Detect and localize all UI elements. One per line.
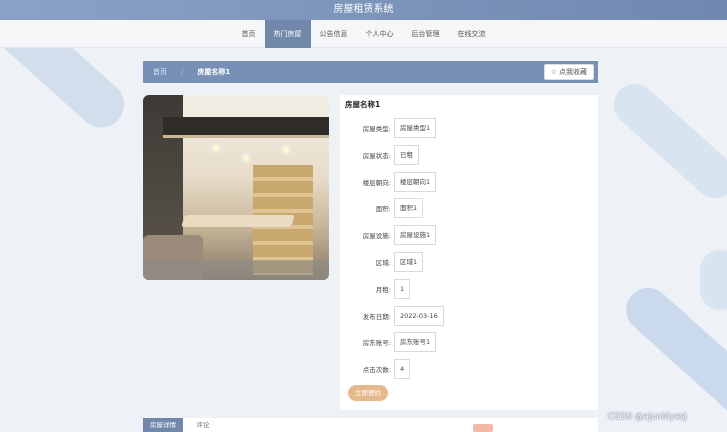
breadcrumb-separator: / <box>181 68 184 76</box>
field-value: 已租 <box>394 145 419 165</box>
field-label: 房东账号: <box>362 339 391 347</box>
tab-comments[interactable]: 评论 <box>183 418 223 432</box>
field-label: 区域: <box>375 259 391 267</box>
field-label: 发布日期: <box>362 313 391 321</box>
field-label: 楼层朝向: <box>362 179 391 187</box>
field-row-status: 房屋状态: 已租 <box>340 145 419 165</box>
main-nav: 首页 热门房屋 公告信息 个人中心 后台管理 在线交流 <box>0 20 727 48</box>
field-row-facilities: 房屋设施: 房屋设施1 <box>340 225 437 245</box>
field-value: 面积1 <box>394 198 424 218</box>
nav-item-user-center[interactable]: 个人中心 <box>357 20 403 48</box>
favorite-label: 点我收藏 <box>559 68 587 76</box>
tab-house-detail[interactable]: 房屋详情 <box>143 418 183 432</box>
field-row-rent: 月租: 1 <box>340 279 411 299</box>
house-title: 房屋名称1 <box>345 100 381 109</box>
background-shape <box>605 75 727 207</box>
detail-tabs: 房屋详情 评论 <box>143 418 598 432</box>
field-value: 房屋类型1 <box>394 118 437 138</box>
site-title: 房屋租赁系统 <box>0 0 727 20</box>
nav-item-home[interactable]: 首页 <box>233 20 265 48</box>
field-row-landlord: 房东账号: 房东账号1 <box>340 332 437 352</box>
decoration <box>473 424 493 432</box>
field-value: 房东账号1 <box>394 332 437 352</box>
field-row-region: 区域: 区域1 <box>340 252 424 272</box>
nav-item-hot-houses[interactable]: 热门房屋 <box>264 20 311 48</box>
house-detail-panel: 房屋名称1 房屋类型: 房屋类型1 房屋状态: 已租 楼层朝向: 楼层朝向1 面… <box>340 95 598 410</box>
breadcrumb-home[interactable]: 首页 <box>153 67 167 77</box>
field-label: 点击次数: <box>362 366 391 374</box>
watermark: CSDN @ajunbiyesj <box>608 412 687 422</box>
star-icon: ☆ <box>550 68 557 76</box>
field-value: 楼层朝向1 <box>394 172 437 192</box>
nav-item-chat[interactable]: 在线交流 <box>449 20 495 48</box>
nav-item-announcements[interactable]: 公告信息 <box>311 20 357 48</box>
field-value: 2022-03-16 <box>394 306 444 326</box>
field-value: 4 <box>394 359 411 379</box>
house-photo <box>143 95 329 280</box>
field-row-area: 面积: 面积1 <box>340 198 424 218</box>
book-now-button[interactable]: 立即预约 <box>348 385 388 401</box>
favorite-button[interactable]: ☆ 点我收藏 <box>543 64 594 80</box>
field-value: 房屋设施1 <box>394 225 437 245</box>
nav-item-admin[interactable]: 后台管理 <box>403 20 449 48</box>
field-label: 面积: <box>375 205 391 213</box>
field-row-orientation: 楼层朝向: 楼层朝向1 <box>340 172 437 192</box>
field-value: 区域1 <box>394 252 424 272</box>
background-shape <box>700 250 727 310</box>
field-label: 房屋类型: <box>362 125 391 133</box>
breadcrumb: 首页 / 房屋名称1 ☆ 点我收藏 <box>143 61 598 83</box>
field-value: 1 <box>394 279 411 299</box>
field-row-type: 房屋类型: 房屋类型1 <box>340 118 437 138</box>
breadcrumb-current: 房屋名称1 <box>197 68 231 76</box>
field-label: 月租: <box>375 286 391 294</box>
field-row-publish-date: 发布日期: 2022-03-16 <box>340 306 444 326</box>
field-row-clicks: 点击次数: 4 <box>340 359 411 379</box>
field-label: 房屋设施: <box>362 232 391 240</box>
field-label: 房屋状态: <box>362 152 391 160</box>
